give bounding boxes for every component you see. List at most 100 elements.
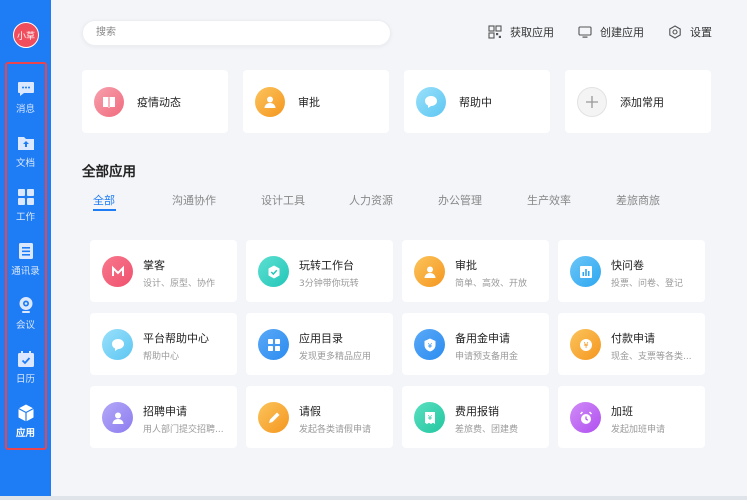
app-subtitle: 发起各类请假申请 [299, 425, 372, 435]
quick-card-help[interactable]: 帮助中 [404, 70, 550, 133]
quick-card-approval[interactable]: 审批 [243, 70, 389, 133]
yen-icon: ¥ [570, 329, 601, 360]
app-card-expense[interactable]: ¥ 费用报销 差旅费、团建费 [402, 386, 549, 448]
settings-label: 设置 [690, 26, 712, 39]
quick-card-label: 帮助中 [459, 95, 492, 109]
message-icon [17, 82, 34, 96]
create-app-label: 创建应用 [600, 26, 644, 39]
webcam-icon [19, 297, 32, 313]
sidebar-item-calendar[interactable]: 日历 [0, 340, 51, 390]
tab-collaboration[interactable]: 沟通协作 [172, 192, 216, 208]
sidebar-item-label: 应用 [15, 428, 35, 439]
sidebar-item-label: 消息 [15, 104, 35, 115]
sidebar-item-label: 通讯录 [11, 266, 40, 277]
active-tab-indicator [93, 209, 116, 211]
avatar[interactable]: 小草 [13, 22, 39, 48]
app-title: 费用报销 [455, 405, 499, 418]
m-logo-icon [102, 256, 133, 287]
settings-button[interactable]: 设置 [668, 24, 712, 40]
search-input[interactable]: 搜索 [82, 20, 391, 46]
app-subtitle: 投票、问卷、登记 [611, 279, 684, 289]
wallet-icon: ¥ [414, 329, 445, 360]
svg-text:¥: ¥ [427, 414, 432, 422]
app-title: 平台帮助中心 [143, 332, 209, 345]
get-apps-button[interactable]: 获取应用 [488, 24, 554, 40]
app-title: 备用金申请 [455, 332, 510, 345]
app-title: 招聘申请 [143, 405, 187, 418]
sidebar: 小草 消息 文档 工作 通讯录 会议 日历 应用 [0, 0, 51, 500]
app-subtitle: 用人部门提交招聘... [143, 425, 224, 435]
app-subtitle: 简单、高效、开放 [455, 279, 528, 289]
app-title: 快问卷 [611, 259, 644, 272]
app-subtitle: 差旅费、团建费 [455, 425, 519, 435]
sidebar-item-work[interactable]: 工作 [0, 178, 51, 228]
tab-all[interactable]: 全部 [93, 192, 115, 208]
svg-text:¥: ¥ [427, 342, 432, 350]
section-title: 全部应用 [82, 164, 136, 180]
app-card-app-directory[interactable]: 应用目录 发现更多精品应用 [246, 313, 393, 375]
app-card-recruitment[interactable]: 招聘申请 用人部门提交招聘... [90, 386, 237, 448]
receipt-icon: ¥ [414, 402, 445, 433]
check-badge-icon [258, 256, 289, 287]
sidebar-item-apps[interactable]: 应用 [0, 394, 51, 444]
tab-productivity[interactable]: 生产效率 [527, 192, 571, 208]
pencil-icon [258, 402, 289, 433]
tab-travel[interactable]: 差旅商旅 [616, 192, 660, 208]
app-card-help-center[interactable]: 平台帮助中心 帮助中心 [90, 313, 237, 375]
app-card-workbench-guide[interactable]: 玩转工作台 3分钟带你玩转 [246, 240, 393, 302]
quick-card-label: 添加常用 [620, 95, 664, 109]
contacts-icon [18, 243, 33, 259]
cube-icon [17, 404, 34, 422]
app-card-approval[interactable]: 审批 简单、高效、开放 [402, 240, 549, 302]
app-subtitle: 3分钟带你玩转 [299, 279, 359, 289]
app-card-leave[interactable]: 请假 发起各类请假申请 [246, 386, 393, 448]
quick-card-epidemic[interactable]: 疫情动态 [82, 70, 228, 133]
plus-icon [577, 86, 607, 117]
app-subtitle: 发现更多精品应用 [299, 352, 372, 362]
app-title: 应用目录 [299, 332, 343, 345]
app-subtitle: 帮助中心 [143, 352, 180, 362]
tab-design-tools[interactable]: 设计工具 [261, 192, 305, 208]
bottom-divider [0, 496, 747, 500]
quick-card-label: 疫情动态 [137, 95, 181, 109]
chat-bubble-icon [102, 329, 133, 360]
app-title: 付款申请 [611, 332, 655, 345]
sidebar-item-contacts[interactable]: 通讯录 [0, 232, 51, 282]
get-apps-label: 获取应用 [510, 26, 554, 39]
chat-bubble-icon [416, 86, 446, 117]
user-add-icon [102, 402, 133, 433]
app-card-payment-request[interactable]: ¥ 付款申请 现金、支票等各类... [558, 313, 705, 375]
gear-icon [669, 25, 681, 39]
app-title: 请假 [299, 405, 321, 418]
app-title: 玩转工作台 [299, 259, 354, 272]
sidebar-item-label: 工作 [15, 212, 35, 223]
bar-chart-icon [570, 256, 601, 287]
quick-card-label: 审批 [298, 95, 320, 109]
app-subtitle: 设计、原型、协作 [143, 279, 216, 289]
svg-text:¥: ¥ [583, 341, 588, 350]
alarm-clock-icon [570, 402, 601, 433]
person-icon [255, 86, 285, 117]
app-subtitle: 发起加班申请 [611, 425, 666, 435]
grid-icon [258, 329, 289, 360]
create-app-button[interactable]: 创建应用 [578, 24, 644, 40]
tab-office[interactable]: 办公管理 [438, 192, 482, 208]
app-subtitle: 现金、支票等各类... [611, 352, 692, 362]
calendar-icon [17, 351, 34, 367]
sidebar-item-docs[interactable]: 文档 [0, 124, 51, 174]
monitor-icon [578, 26, 592, 38]
app-card-overtime[interactable]: 加班 发起加班申请 [558, 386, 705, 448]
sidebar-item-label: 文档 [15, 158, 35, 169]
apps-grid-icon [488, 25, 502, 39]
tab-hr[interactable]: 人力资源 [349, 192, 393, 208]
sidebar-item-label: 日历 [15, 374, 35, 385]
app-card-quick-survey[interactable]: 快问卷 投票、问卷、登记 [558, 240, 705, 302]
app-card-zhangke[interactable]: 掌客 设计、原型、协作 [90, 240, 237, 302]
sidebar-item-meeting[interactable]: 会议 [0, 286, 51, 336]
app-card-petty-cash[interactable]: ¥ 备用金申请 申请预支备用金 [402, 313, 549, 375]
sidebar-item-messages[interactable]: 消息 [0, 70, 51, 120]
sidebar-item-label: 会议 [15, 320, 35, 331]
app-title: 审批 [455, 259, 477, 272]
quick-card-add-favorite[interactable]: 添加常用 [565, 70, 711, 133]
app-subtitle: 申请预支备用金 [455, 352, 519, 362]
